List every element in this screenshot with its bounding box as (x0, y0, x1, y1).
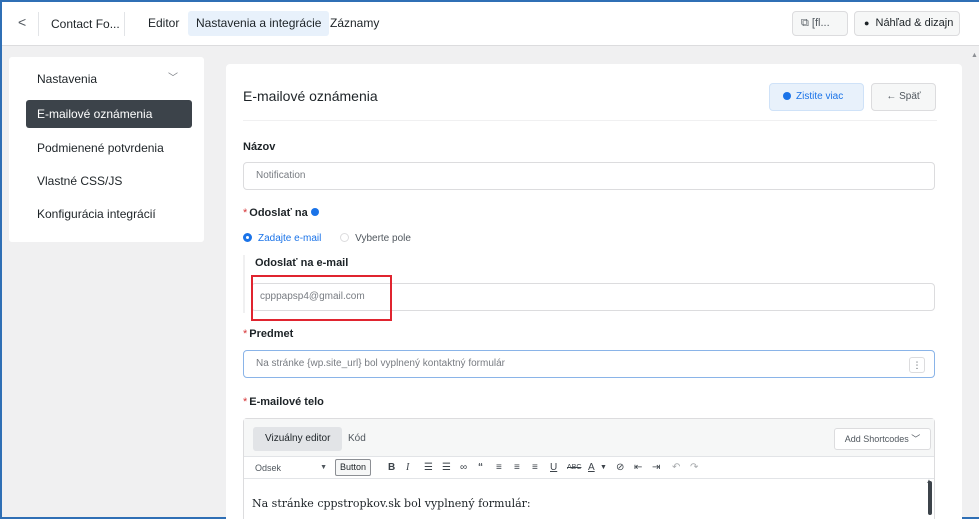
subject-value: Na stránke {wp.site_url} bol vyplnený ko… (256, 358, 506, 369)
quote-icon[interactable]: “ (478, 460, 483, 476)
divider (124, 12, 125, 36)
sub-field-indent (243, 255, 245, 313)
italic-icon[interactable]: I (406, 460, 409, 476)
sidebar-item-label: Podmienené potvrdenia (37, 141, 164, 155)
preview-design-button[interactable]: ● Náhľad & dizajn (854, 11, 960, 36)
subject-label-text: Predmet (249, 328, 294, 340)
settings-sidebar: Nastavenia ﹀ E-mailové oznámenia Podmien… (9, 57, 204, 242)
shortcode-menu-icon[interactable]: ⋮ (909, 357, 925, 373)
editor-scrollbar[interactable] (928, 481, 932, 515)
format-select[interactable]: Odsek ▼ (251, 460, 329, 476)
radio-select-field[interactable] (340, 233, 350, 242)
align-right-icon[interactable]: ≡ (532, 460, 538, 476)
chevron-down-icon: ﹀ (911, 434, 921, 444)
send-to-label-text: Odoslať na (249, 207, 308, 219)
learn-more-label: Zistite viac (796, 91, 844, 102)
subject-label: * Predmet (243, 328, 293, 340)
sidebar-item-integrations-config[interactable]: Konfigurácia integrácií (26, 200, 192, 228)
shortcode-label: [fl... (811, 17, 830, 29)
send-to-email-label: Odoslať na e-mail (255, 257, 349, 269)
sidebar-item-label: E-mailové oznámenia (37, 107, 153, 121)
shortcode-copy-button[interactable]: ⧉ [fl... (792, 11, 848, 36)
page-title: E-mailové oznámenia (243, 88, 378, 104)
back-button[interactable]: ← Späť (871, 83, 936, 111)
divider (243, 120, 937, 121)
tab-code[interactable]: Kód (336, 427, 378, 451)
body-label: * E-mailové telo (243, 396, 324, 408)
name-label: Názov (243, 141, 276, 153)
highlight-annotation (251, 275, 392, 321)
sidebar-item-label: Konfigurácia integrácií (37, 207, 156, 221)
info-icon (783, 92, 791, 100)
text-color-icon[interactable]: A (588, 460, 595, 476)
chevron-down-icon: ﹀ (168, 73, 178, 84)
info-icon[interactable] (310, 208, 319, 216)
numbered-list-icon[interactable]: ☰ (442, 460, 451, 476)
send-to-label: * Odoslať na (243, 207, 319, 219)
caret-down-icon: ▼ (320, 464, 327, 471)
bullet-list-icon[interactable]: ☰ (424, 460, 433, 476)
sidebar-item-label: Vlastné CSS/JS (37, 174, 123, 188)
required-asterisk: * (243, 207, 248, 219)
add-shortcodes-label: Add Shortcodes (844, 434, 909, 444)
align-center-icon[interactable]: ≡ (514, 460, 520, 476)
back-chevron-icon[interactable]: < (18, 14, 26, 30)
scroll-up-arrow-icon[interactable]: ▲ (971, 52, 978, 59)
radio-enter-email[interactable] (243, 233, 252, 242)
sidebar-item-label: Nastavenia (37, 72, 98, 86)
radio-label-enter-email[interactable]: Zadajte e-mail (258, 233, 321, 244)
link-icon[interactable]: ∞ (460, 460, 467, 476)
name-input[interactable]: Notification (243, 162, 935, 190)
tab-entries[interactable]: Záznamy (322, 11, 387, 36)
top-bar: < Contact Fo... Editor Nastavenia a inte… (2, 2, 979, 46)
add-shortcodes-button[interactable]: Add Shortcodes ﹀ (834, 428, 931, 450)
tab-editor[interactable]: Editor (140, 11, 187, 36)
undo-icon[interactable]: ↶ (672, 460, 680, 476)
strikethrough-icon[interactable]: ABC (567, 460, 581, 476)
email-body-editor: Vizuálny editor Kód Add Shortcodes ﹀ Ods… (243, 418, 935, 519)
sidebar-item-settings[interactable]: Nastavenia ﹀ (26, 65, 192, 93)
tab-settings-integrations[interactable]: Nastavenia a integrácie (188, 11, 330, 36)
required-asterisk: * (243, 328, 248, 340)
editor-toolbar: Odsek ▼ Button B I ☰ ☰ ∞ “ ≡ ≡ ≡ U ABC A… (244, 457, 934, 479)
divider (38, 12, 39, 36)
sidebar-item-conditional-confirmations[interactable]: Podmienené potvrdenia (26, 134, 192, 162)
preview-label: Náhľad & dizajn (875, 17, 954, 29)
body-label-text: E-mailové telo (249, 396, 324, 408)
bold-icon[interactable]: B (388, 460, 395, 476)
align-left-icon[interactable]: ≡ (496, 460, 502, 476)
editor-tabs: Vizuálny editor Kód Add Shortcodes ﹀ (244, 419, 934, 457)
notification-card: E-mailové oznámenia Zistite viac ← Späť … (226, 64, 962, 519)
send-to-radio-group: Zadajte e-mail Vyberte pole (243, 233, 411, 244)
indent-icon[interactable]: ⇥ (652, 460, 660, 476)
radio-label-select-field[interactable]: Vyberte pole (355, 233, 411, 244)
sidebar-item-custom-css-js[interactable]: Vlastné CSS/JS (26, 167, 192, 195)
form-name[interactable]: Contact Fo... (51, 17, 120, 31)
format-select-value: Odsek (255, 463, 282, 473)
caret-down-icon[interactable]: ▼ (600, 460, 607, 476)
eye-icon: ● (864, 18, 870, 28)
tab-visual-editor[interactable]: Vizuálny editor (253, 427, 343, 451)
button-insert[interactable]: Button (335, 459, 372, 476)
editor-body-text[interactable]: Na stránke cppstropkov.sk bol vyplnený f… (252, 497, 531, 510)
sidebar-item-email-notifications[interactable]: E-mailové oznámenia (26, 100, 192, 128)
back-label: ← Späť (886, 91, 921, 102)
clear-format-icon[interactable]: ⊘ (616, 460, 624, 476)
underline-icon[interactable]: U (550, 460, 557, 476)
required-asterisk: * (243, 396, 248, 408)
copy-icon: ⧉ (801, 17, 809, 29)
outdent-icon[interactable]: ⇤ (634, 460, 642, 476)
subject-input[interactable]: Na stránke {wp.site_url} bol vyplnený ko… (243, 350, 935, 378)
redo-icon[interactable]: ↷ (690, 460, 698, 476)
learn-more-button[interactable]: Zistite viac (769, 83, 864, 111)
